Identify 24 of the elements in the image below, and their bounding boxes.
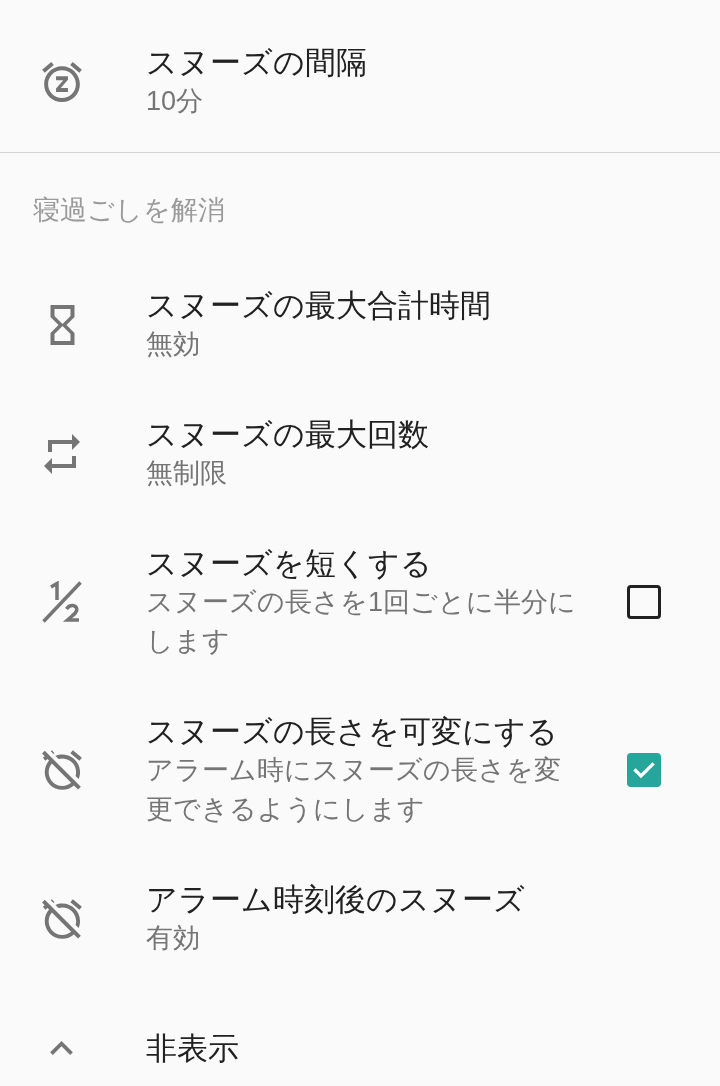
repeat-icon bbox=[44, 433, 80, 474]
one-half-icon bbox=[42, 581, 82, 623]
setting-title: スヌーズの間隔 bbox=[146, 44, 367, 81]
setting-summary: 10分 bbox=[146, 85, 204, 118]
setting-summary: 有効 bbox=[146, 922, 200, 955]
setting-title: スヌーズを短くする bbox=[146, 545, 432, 582]
setting-title: スヌーズの長さを可変にする bbox=[146, 713, 558, 750]
setting-summary: 無制限 bbox=[146, 457, 227, 490]
section-header: 寝過ごしを解消 bbox=[33, 195, 225, 225]
setting-title: スヌーズの最大回数 bbox=[146, 416, 429, 453]
setting-summary: アラーム時にスヌーズの長さを変更できるようにします bbox=[146, 754, 562, 826]
setting-title: スヌーズの最大合計時間 bbox=[146, 287, 491, 324]
checkbox[interactable] bbox=[627, 585, 661, 619]
checkbox[interactable] bbox=[627, 753, 661, 787]
checkmark-icon bbox=[633, 761, 655, 779]
alarm-clock-z-icon bbox=[42, 61, 82, 102]
setting-title: アラーム時刻後のスヌーズ bbox=[146, 881, 525, 918]
chevron-up-icon bbox=[50, 1041, 73, 1055]
alarm-off-icon bbox=[42, 750, 82, 790]
setting-summary: 無効 bbox=[146, 328, 200, 361]
hourglass-icon bbox=[49, 304, 75, 345]
hide-button[interactable]: 非表示 bbox=[50, 1028, 239, 1068]
setting-summary: スヌーズの長さを1回ごとに半分にします bbox=[146, 586, 578, 658]
alarm-off-icon bbox=[42, 898, 82, 939]
